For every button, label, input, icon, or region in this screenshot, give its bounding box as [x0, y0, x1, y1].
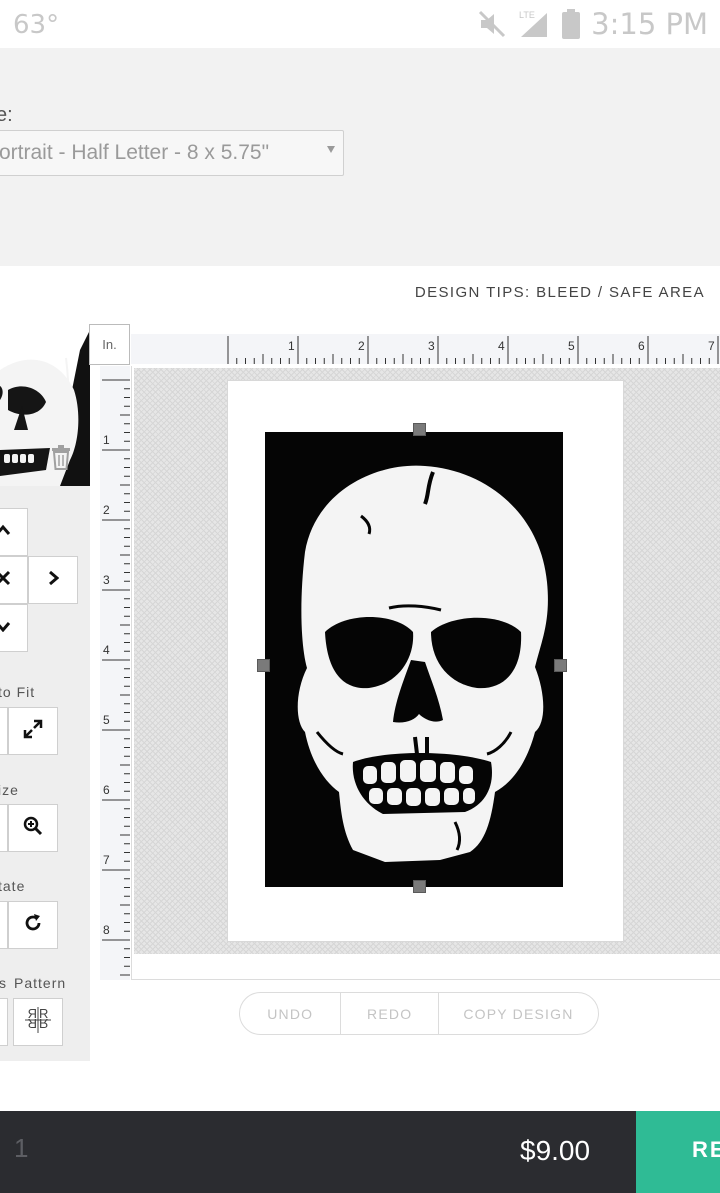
zoom-in-icon [23, 816, 43, 841]
ruler-left-label: 1 [103, 433, 110, 447]
move-down-button[interactable] [0, 604, 28, 652]
resize-handle-bottom[interactable] [413, 880, 426, 893]
pattern-label: Pattern [14, 975, 67, 991]
muted-speaker-icon [477, 9, 507, 39]
ruler-top: 1 2 3 4 5 6 7 [131, 334, 720, 364]
design-tips-link[interactable]: DESIGN TIPS: BLEED / SAFE AREA [415, 284, 705, 301]
quantity-input[interactable]: 1 [14, 1133, 28, 1164]
ruler-left-label: 4 [103, 643, 110, 657]
rotate-label: tate [0, 878, 26, 894]
ruler-top-label: 3 [428, 339, 435, 353]
trash-icon[interactable] [50, 444, 72, 475]
ruler-left: 1 2 3 4 5 6 7 8 [100, 366, 130, 980]
ruler-left-label: 2 [103, 503, 110, 517]
redo-button[interactable]: REDO [341, 993, 439, 1034]
ruler-left-label: 3 [103, 573, 110, 587]
rotate-right-button[interactable] [8, 901, 58, 949]
mirror-button[interactable] [0, 998, 8, 1046]
status-bar: 63° LTE 3:15 PM [0, 0, 720, 48]
expand-icon [22, 718, 44, 745]
battery-icon [561, 9, 581, 39]
ruler-unit-button[interactable]: In. [89, 324, 130, 365]
rotate-icon [23, 913, 43, 938]
resize-handle-top[interactable] [413, 423, 426, 436]
move-up-button[interactable] [0, 508, 28, 556]
chevron-down-icon [0, 619, 11, 637]
svg-text:R: R [39, 1016, 48, 1031]
cut-off-text [110, 48, 210, 52]
chevron-right-icon [47, 570, 60, 591]
lte-signal-icon: LTE [517, 9, 551, 39]
size-tool-label: ize [0, 782, 19, 798]
resize-handle-right[interactable] [554, 659, 567, 672]
center-icon [0, 570, 11, 591]
copy-design-button[interactable]: COPY DESIGN [439, 993, 598, 1034]
skull-image [265, 432, 563, 887]
pattern-button[interactable]: R R R R [13, 998, 63, 1046]
design-screen: 63° LTE 3:15 PM e: ortrait - Half Letter… [0, 0, 720, 1193]
size-label: e: [0, 104, 13, 126]
options-panel: e: ortrait - Half Letter - 8 x 5.75" [0, 48, 720, 266]
mirror-label-fragment: s [0, 975, 7, 991]
status-temperature: 63° [13, 10, 60, 40]
center-button[interactable] [0, 556, 28, 604]
ruler-top-label: 4 [498, 339, 505, 353]
layer-thumbnail[interactable] [0, 330, 90, 486]
skull-artwork[interactable] [265, 432, 563, 887]
undo-button[interactable]: UNDO [240, 993, 342, 1034]
zoom-in-button[interactable] [8, 804, 58, 852]
svg-text:R: R [28, 1016, 37, 1031]
ruler-top-label: 2 [358, 339, 365, 353]
history-actions: UNDO REDO COPY DESIGN [239, 992, 599, 1035]
move-right-button[interactable] [28, 556, 78, 604]
ruler-unit-label: In. [102, 337, 117, 352]
ruler-top-label: 7 [708, 339, 715, 353]
status-time: 3:15 PM [591, 7, 708, 41]
fit-label: to Fit [0, 684, 36, 700]
mirror-pattern-icon: R R R R [23, 1005, 53, 1040]
tools-panel: to Fit ize tate s Pattern R R R R [0, 486, 90, 1061]
size-select[interactable]: ortrait - Half Letter - 8 x 5.75" [0, 130, 344, 176]
status-icons: LTE 3:15 PM [477, 6, 708, 42]
size-select-value: ortrait - Half Letter - 8 x 5.75" [0, 141, 270, 164]
chevron-up-icon [0, 523, 11, 541]
ruler-top-label: 1 [288, 339, 295, 353]
svg-text:LTE: LTE [519, 10, 535, 20]
rotate-left-button[interactable] [0, 901, 8, 949]
ruler-top-label: 5 [568, 339, 575, 353]
zoom-out-button[interactable] [0, 804, 8, 852]
ruler-left-label: 5 [103, 713, 110, 727]
ruler-left-label: 7 [103, 853, 110, 867]
resize-handle-left[interactable] [257, 659, 270, 672]
stretch-to-fit-button[interactable] [8, 707, 58, 755]
fit-left-button[interactable] [0, 707, 8, 755]
bottom-bar: 1 $9.00 RE [0, 1111, 720, 1193]
ruler-left-label: 8 [103, 923, 110, 937]
review-button-label: RE [692, 1137, 720, 1162]
ruler-left-label: 6 [103, 783, 110, 797]
ruler-top-label: 6 [638, 339, 645, 353]
caret-down-icon [327, 146, 335, 153]
skull-thumbnail-image [0, 330, 90, 486]
review-button[interactable]: RE [636, 1111, 720, 1193]
price-total: $9.00 [520, 1135, 591, 1166]
